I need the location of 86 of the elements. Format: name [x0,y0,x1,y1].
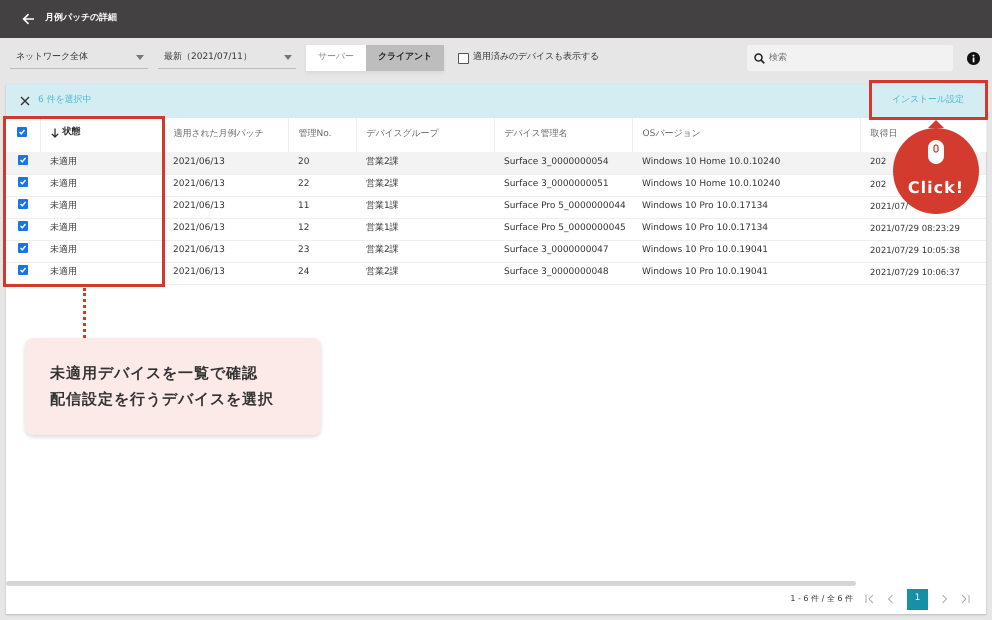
table-cell: 未適用 [50,201,77,212]
table-row[interactable]: 未適用 2021/06/13 24 営業2課 Surface 3_0000000048 Windows 10 Pro 10.0.19041 2021/07/29 10:06:37 [6,262,986,284]
caret-icon[interactable] [136,55,144,60]
table-cell: 2021/06/13 [173,245,225,256]
info-icon[interactable] [967,52,980,64]
table-cell: Windows 10 Pro 10.0.19041 [642,245,768,256]
close-button[interactable] [20,96,30,106]
selection-count: 6 件を選択中 [38,94,92,108]
table-cell: 2021/07/ [870,202,908,212]
table-cell: 未適用 [50,157,77,167]
table-cell: 営業1課 [366,201,399,212]
table-cell: Surface Pro 5_0000000045 [504,223,626,234]
table-row[interactable]: 未適用 2021/06/13 23 営業2課 Surface 3_0000000047 Windows 10 Pro 10.0.19041 2021/07/29 10:05:38 [6,240,986,262]
column-header[interactable]: 取得日 [870,128,898,142]
checkbox[interactable] [18,243,28,254]
table-cell: 未適用 [50,179,77,190]
checkbox[interactable] [18,155,28,165]
sort-arrow-icon[interactable] [50,128,58,138]
table-cell: 2021/06/13 [173,201,225,212]
next-page-button[interactable] [940,594,949,604]
table-cell: 24 [298,267,310,278]
table-cell: Windows 10 Pro 10.0.17134 [642,201,768,212]
checkbox[interactable] [18,177,28,188]
search-field[interactable]: 検索 [747,45,953,71]
table-cell: 営業2課 [366,157,399,167]
scrollbar[interactable] [6,581,856,586]
column-header[interactable]: デバイス管理名 [504,128,568,142]
table-cell: 20 [298,157,310,167]
column-header[interactable]: 管理No. [298,128,332,142]
table-cell: 12 [298,223,310,234]
page-title: 月例パッチの詳細 [45,12,117,26]
column-header[interactable]: 適用された月例パッチ [174,128,264,142]
search-icon [754,53,765,64]
checkbox[interactable] [18,199,28,210]
checkbox[interactable] [458,52,469,64]
table-cell: Windows 10 Home 10.0.10240 [642,179,780,190]
table-cell: Windows 10 Pro 10.0.19041 [642,267,768,278]
table-cell: Windows 10 Home 10.0.10240 [642,157,780,167]
column-header[interactable]: 状態 [62,126,80,140]
checkbox[interactable] [18,265,28,276]
table-cell: 未適用 [50,267,77,278]
table-cell: 202 [870,157,886,168]
table-row[interactable]: 未適用 2021/06/13 12 営業1課 Surface Pro 5_0000000045 Windows 10 Pro 10.0.17134 2021/07/29 08:23:29 [6,218,986,240]
table-cell: 営業1課 [366,223,399,234]
callout-text: 未適用デバイスを一覧で確認 [50,363,259,384]
table-cell: Surface 3_0000000051 [504,179,609,190]
table-cell: 2021/06/13 [173,157,225,167]
checkbox[interactable] [17,127,28,138]
table-cell: 営業2課 [366,267,399,278]
column-header[interactable]: デバイスグループ [366,128,438,142]
table-cell: 23 [298,245,310,256]
last-page-button[interactable] [961,594,970,604]
table-cell: Surface 3_0000000047 [504,245,609,256]
table-cell: 11 [298,201,310,212]
first-page-button[interactable] [865,594,874,604]
table-cell: 2021/06/13 [173,267,225,278]
date-select[interactable]: 最新（2021/07/11） [158,47,296,69]
table-cell: 2021/07/29 08:23:29 [870,224,960,234]
previous-page-button[interactable] [886,594,895,604]
table-row[interactable]: 未適用 2021/06/13 20 営業2課 Surface 3_0000000054 Windows 10 Home 10.0.10240 202 [6,152,986,174]
table-cell: Surface 3_0000000054 [504,157,609,167]
table-cell: 202 [870,180,886,190]
page-button[interactable]: 1 [907,588,928,610]
segment-tab[interactable]: サーバー [306,45,366,71]
table-cell: 未適用 [50,223,77,234]
table-cell: 2021/07/29 10:06:37 [870,268,960,278]
segment-tab[interactable]: クライアント [366,45,444,71]
table-cell: 22 [298,179,310,190]
caret-icon[interactable] [284,55,292,60]
back-button[interactable] [22,13,35,25]
checkbox[interactable] [18,221,28,232]
table-cell: 2021/07/29 10:05:38 [870,246,960,256]
page-range: 1 - 6 件 / 全 6 件 [790,593,853,605]
table-cell: 2021/06/13 [173,223,225,234]
click-label: Click! [906,177,966,199]
table-cell: Windows 10 Pro 10.0.17134 [642,223,768,234]
table-cell: Surface Pro 5_0000000044 [504,201,626,212]
network-select[interactable]: ネットワーク全体 [10,47,148,69]
table-cell: 未適用 [50,245,77,256]
table-cell: 営業2課 [366,179,399,190]
table-cell: Surface 3_0000000048 [504,267,609,278]
checkbox-label: 適用済みのデバイスも表示する [473,51,599,64]
column-header[interactable]: OSバージョン [642,128,700,142]
table-cell: 営業2課 [366,245,399,256]
table-cell: 2021/06/13 [173,179,225,190]
callout-text: 配信設定を行うデバイスを選択 [50,389,275,410]
